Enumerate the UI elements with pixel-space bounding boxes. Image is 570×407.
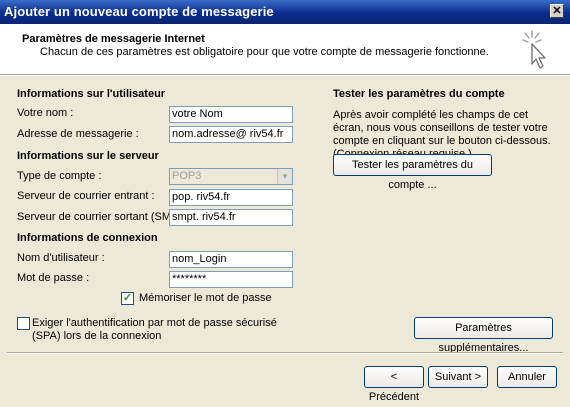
- email-label: Adresse de messagerie :: [17, 128, 139, 140]
- close-button[interactable]: ✕: [550, 4, 564, 18]
- username-label: Nom d'utilisateur :: [17, 252, 105, 264]
- incoming-server-label: Serveur de courrier entrant :: [17, 190, 155, 202]
- footer-divider-highlight: [7, 353, 563, 354]
- account-type-value: POP3: [172, 170, 202, 182]
- header-title: Paramètres de messagerie Internet: [22, 33, 205, 45]
- login-info-heading: Informations de connexion: [17, 232, 158, 244]
- spa-label: Exiger l'authentification par mot de pas…: [32, 317, 277, 342]
- name-field[interactable]: votre Nom: [169, 106, 293, 123]
- close-icon: ✕: [552, 5, 562, 17]
- test-settings-heading: Tester les paramètres du compte: [333, 88, 505, 100]
- password-field[interactable]: ********: [169, 271, 293, 288]
- remember-password-label: Mémoriser le mot de passe: [139, 292, 272, 304]
- account-type-label: Type de compte :: [17, 170, 102, 182]
- next-button[interactable]: Suivant >: [428, 366, 488, 388]
- email-field[interactable]: nom.adresse@ riv54.fr: [169, 126, 293, 143]
- incoming-server-field[interactable]: pop. riv54.fr: [169, 189, 293, 206]
- password-label: Mot de passe :: [17, 272, 90, 284]
- title-bar[interactable]: Ajouter un nouveau compte de messagerie …: [0, 0, 570, 24]
- chevron-down-icon: ▼: [277, 169, 292, 184]
- dialog-window: Ajouter un nouveau compte de messagerie …: [0, 0, 570, 403]
- header-divider-highlight: [0, 75, 570, 76]
- window-title: Ajouter un nouveau compte de messagerie: [4, 4, 274, 19]
- outgoing-server-field[interactable]: smpt. riv54.fr: [169, 209, 293, 226]
- back-button[interactable]: < Précédent: [364, 366, 424, 403]
- cursor-sparkle-icon: [522, 30, 546, 69]
- spa-checkbox[interactable]: [17, 317, 30, 330]
- remember-password-checkbox[interactable]: ✓: [121, 292, 134, 305]
- more-settings-button[interactable]: Paramètres supplémentaires...: [414, 317, 553, 354]
- cancel-button[interactable]: Annuler: [497, 366, 557, 388]
- test-account-button[interactable]: Tester les paramètres du compte ...: [333, 154, 492, 191]
- name-label: Votre nom :: [17, 107, 74, 119]
- header-subtitle: Chacun de ces paramètres est obligatoire…: [40, 46, 489, 58]
- user-info-heading: Informations sur l'utilisateur: [17, 88, 166, 100]
- server-info-heading: Informations sur le serveur: [17, 150, 159, 162]
- account-type-select[interactable]: POP3 ▼: [169, 168, 293, 185]
- wizard-header: Paramètres de messagerie Internet Chacun…: [0, 24, 570, 74]
- username-field[interactable]: nom_Login: [169, 251, 293, 268]
